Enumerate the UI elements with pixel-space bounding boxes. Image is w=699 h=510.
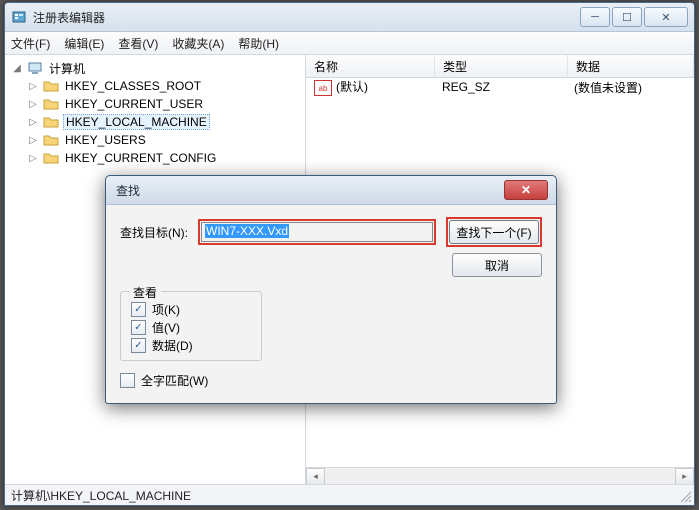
col-header-type[interactable]: 类型 — [435, 55, 568, 77]
look-at-legend: 查看 — [129, 284, 161, 301]
titlebar[interactable]: 注册表编辑器 ─ ☐ ✕ — [5, 3, 694, 32]
menu-edit[interactable]: 编辑(E) — [64, 35, 104, 52]
tree-node-hkcr[interactable]: ▷ HKEY_CLASSES_ROOT — [5, 77, 305, 95]
window-title: 注册表编辑器 — [33, 9, 580, 26]
menu-view[interactable]: 查看(V) — [118, 35, 158, 52]
minimize-button[interactable]: ─ — [580, 7, 610, 27]
dialog-title: 查找 — [114, 182, 504, 199]
resize-grip[interactable] — [680, 491, 692, 503]
statusbar-path: 计算机\HKEY_LOCAL_MACHINE — [11, 487, 191, 504]
find-dialog[interactable]: 查找 ✕ 查找目标(N): WIN7-XXX.Vxd 查找下一个(F) 取消 查… — [105, 175, 557, 404]
maximize-button[interactable]: ☐ — [612, 7, 642, 27]
expand-icon[interactable]: ▷ — [27, 99, 39, 110]
whole-string-checkbox-row[interactable]: 全字匹配(W) — [120, 371, 542, 389]
tree-label: HKEY_CLASSES_ROOT — [63, 79, 203, 93]
col-header-data[interactable]: 数据 — [568, 55, 694, 77]
tree-label: HKEY_USERS — [63, 133, 148, 147]
cancel-button[interactable]: 取消 — [452, 253, 542, 277]
tree-label: HKEY_CURRENT_CONFIG — [63, 151, 218, 165]
cell-type: REG_SZ — [434, 80, 566, 94]
dialog-titlebar[interactable]: 查找 ✕ — [106, 176, 556, 205]
tree-node-hklm[interactable]: ▷ HKEY_LOCAL_MACHINE — [5, 113, 305, 131]
collapse-icon[interactable]: ◢ — [11, 63, 23, 74]
checkbox-checked-icon[interactable]: ✓ — [131, 320, 146, 335]
close-button[interactable]: ✕ — [644, 7, 688, 27]
find-input-selection: WIN7-XXX.Vxd — [205, 224, 289, 238]
list-header[interactable]: 名称 类型 数据 — [306, 55, 694, 78]
folder-icon — [43, 115, 59, 129]
expand-icon[interactable]: ▷ — [27, 117, 39, 128]
computer-icon — [27, 60, 43, 76]
folder-icon — [43, 79, 59, 93]
data-checkbox-row[interactable]: ✓ 数据(D) — [131, 336, 251, 354]
string-value-icon: ab — [314, 80, 332, 96]
checkbox-checked-icon[interactable]: ✓ — [131, 338, 146, 353]
menu-favorites[interactable]: 收藏夹(A) — [172, 35, 224, 52]
menu-file[interactable]: 文件(F) — [11, 35, 50, 52]
scroll-track[interactable] — [325, 469, 675, 484]
statusbar: 计算机\HKEY_LOCAL_MACHINE — [5, 484, 694, 505]
app-icon — [11, 9, 27, 25]
menubar: 文件(F) 编辑(E) 查看(V) 收藏夹(A) 帮助(H) — [5, 32, 694, 55]
col-header-name[interactable]: 名称 — [306, 55, 435, 77]
find-input-highlight: WIN7-XXX.Vxd — [198, 219, 436, 245]
look-at-groupbox: 查看 ✓ 项(K) ✓ 值(V) ✓ 数据(D) — [120, 291, 262, 361]
scroll-left-button[interactable]: ◂ — [306, 468, 325, 485]
folder-icon — [43, 151, 59, 165]
scroll-right-button[interactable]: ▸ — [675, 468, 694, 485]
values-label: 值(V) — [152, 319, 180, 336]
tree-label: 计算机 — [47, 60, 87, 77]
list-row[interactable]: ab (默认) REG_SZ (数值未设置) — [306, 78, 694, 96]
checkbox-checked-icon[interactable]: ✓ — [131, 302, 146, 317]
find-target-input[interactable]: WIN7-XXX.Vxd — [201, 222, 433, 242]
tree-label: HKEY_LOCAL_MACHINE — [63, 114, 210, 130]
menu-help[interactable]: 帮助(H) — [238, 35, 279, 52]
keys-label: 项(K) — [152, 301, 180, 318]
tree-node-hku[interactable]: ▷ HKEY_USERS — [5, 131, 305, 149]
data-label: 数据(D) — [152, 337, 193, 354]
cell-data: (数值未设置) — [566, 79, 694, 96]
expand-icon[interactable]: ▷ — [27, 153, 39, 164]
expand-icon[interactable]: ▷ — [27, 135, 39, 146]
find-target-label: 查找目标(N): — [120, 224, 198, 241]
folder-icon — [43, 97, 59, 111]
keys-checkbox-row[interactable]: ✓ 项(K) — [131, 300, 251, 318]
whole-string-label: 全字匹配(W) — [141, 372, 208, 389]
tree-node-computer[interactable]: ◢ 计算机 — [5, 59, 305, 77]
tree-node-hkcu[interactable]: ▷ HKEY_CURRENT_USER — [5, 95, 305, 113]
cell-name: (默认) — [336, 80, 368, 94]
folder-icon — [43, 133, 59, 147]
values-checkbox-row[interactable]: ✓ 值(V) — [131, 318, 251, 336]
expand-icon[interactable]: ▷ — [27, 81, 39, 92]
tree-node-hkcc[interactable]: ▷ HKEY_CURRENT_CONFIG — [5, 149, 305, 167]
tree-label: HKEY_CURRENT_USER — [63, 97, 205, 111]
checkbox-unchecked-icon[interactable] — [120, 373, 135, 388]
find-next-button[interactable]: 查找下一个(F) — [449, 220, 539, 244]
horizontal-scrollbar[interactable]: ◂ ▸ — [306, 467, 694, 485]
find-next-highlight: 查找下一个(F) — [446, 217, 542, 247]
dialog-close-button[interactable]: ✕ — [504, 180, 548, 200]
